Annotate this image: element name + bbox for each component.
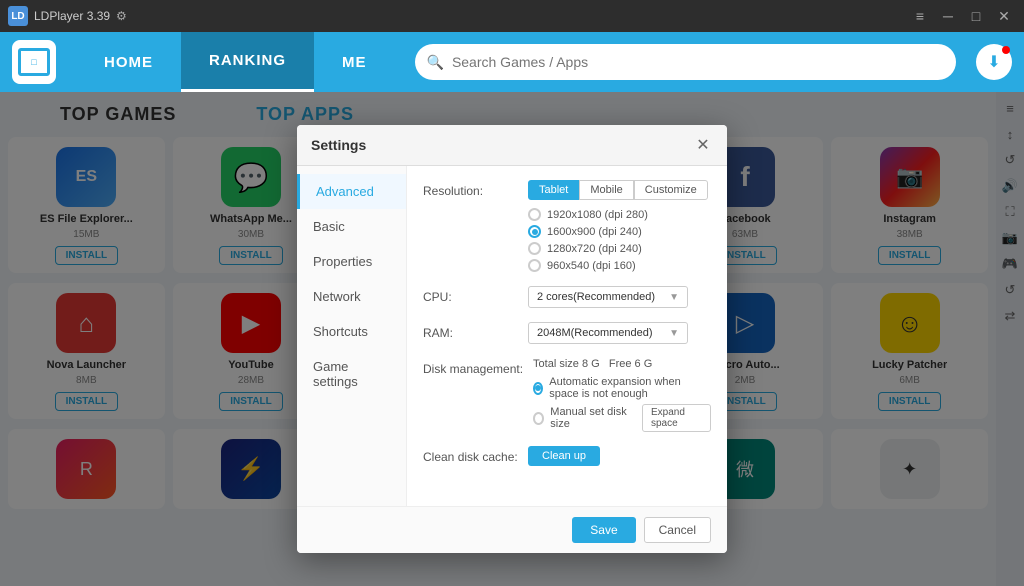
cpu-row: CPU: 2 cores(Recommended) ▼ bbox=[423, 286, 711, 308]
titlebar: LD LDPlayer 3.39 ⚙ ≡ ─ □ ✕ bbox=[0, 0, 1024, 32]
resolution-row: Resolution: Tablet Mobile Customize 1920 bbox=[423, 180, 711, 272]
sidebar-item-basic[interactable]: Basic bbox=[297, 209, 406, 244]
resolution-label: Resolution: bbox=[423, 180, 518, 198]
cancel-button[interactable]: Cancel bbox=[644, 517, 711, 543]
search-icon: 🔍 bbox=[427, 54, 444, 71]
ram-label: RAM: bbox=[423, 322, 518, 340]
dropdown-arrow-ram: ▼ bbox=[669, 328, 679, 339]
tab-home[interactable]: HOME bbox=[76, 32, 181, 92]
nav-logo: □ bbox=[12, 40, 56, 84]
sidebar-item-advanced[interactable]: Advanced bbox=[297, 174, 406, 209]
clean-up-btn[interactable]: Clean up bbox=[528, 446, 600, 466]
ram-dropdown[interactable]: 2048M(Recommended) ▼ bbox=[528, 322, 688, 344]
download-btn[interactable]: ⬇ bbox=[976, 44, 1012, 80]
modal-settings-content: Resolution: Tablet Mobile Customize 1920 bbox=[407, 166, 727, 506]
radio-circle-960[interactable] bbox=[528, 259, 541, 272]
radio-dot-disk-auto bbox=[535, 385, 541, 391]
radio-circle-disk-auto[interactable] bbox=[533, 382, 543, 395]
clean-row: Clean disk cache: Clean up bbox=[423, 446, 711, 466]
app-title: LDPlayer 3.39 bbox=[34, 9, 110, 23]
radio-circle-disk-manual[interactable] bbox=[533, 412, 544, 425]
disk-info: Total size 8 G Free 6 G bbox=[533, 358, 711, 370]
download-badge bbox=[1002, 46, 1010, 54]
tab-me[interactable]: ME bbox=[314, 32, 395, 92]
disk-label: Disk management: bbox=[423, 358, 523, 376]
expand-space-btn[interactable]: Expand space bbox=[642, 404, 711, 432]
ram-value: 2048M(Recommended) bbox=[537, 327, 653, 339]
disk-total: Total size 8 G bbox=[533, 358, 600, 370]
disk-auto-label: Automatic expansion when space is not en… bbox=[549, 376, 711, 400]
modal-title: Settings bbox=[311, 137, 366, 153]
modal-header: Settings ✕ bbox=[297, 125, 727, 166]
clean-label: Clean disk cache: bbox=[423, 446, 518, 464]
app-logo: LD bbox=[8, 6, 28, 26]
modal-overlay: Settings ✕ Advanced Basic Properties Net… bbox=[0, 92, 1024, 586]
titlebar-controls: ≡ ─ □ ✕ bbox=[908, 6, 1016, 26]
cpu-label: CPU: bbox=[423, 286, 518, 304]
disk-manual[interactable]: Manual set disk size Expand space bbox=[533, 404, 711, 432]
cpu-dropdown[interactable]: 2 cores(Recommended) ▼ bbox=[528, 286, 688, 308]
resolution-1920[interactable]: 1920x1080 (dpi 280) bbox=[528, 208, 711, 221]
menu-btn[interactable]: ≡ bbox=[908, 6, 932, 26]
navbar: □ HOME RANKING ME 🔍 ⬇ bbox=[0, 32, 1024, 92]
modal-close-btn[interactable]: ✕ bbox=[693, 135, 713, 155]
cpu-value: 2 cores(Recommended) bbox=[537, 291, 655, 303]
resolution-1280[interactable]: 1280x720 (dpi 240) bbox=[528, 242, 711, 255]
main-content: TOP GAMES TOP APPS ES ES File Explorer..… bbox=[0, 92, 1024, 586]
resolution-1600[interactable]: 1600x900 (dpi 240) bbox=[528, 225, 711, 238]
tab-customize[interactable]: Customize bbox=[634, 180, 708, 200]
tab-ranking[interactable]: RANKING bbox=[181, 32, 314, 92]
radio-circle-1920[interactable] bbox=[528, 208, 541, 221]
disk-auto[interactable]: Automatic expansion when space is not en… bbox=[533, 376, 711, 400]
settings-icon[interactable]: ⚙ bbox=[116, 9, 127, 23]
modal-body: Advanced Basic Properties Network Shortc… bbox=[297, 166, 727, 506]
search-bar: 🔍 bbox=[415, 44, 957, 80]
dropdown-arrow-cpu: ▼ bbox=[669, 292, 679, 303]
tab-mobile[interactable]: Mobile bbox=[579, 180, 633, 200]
maximize-btn[interactable]: □ bbox=[964, 6, 988, 26]
modal-sidebar: Advanced Basic Properties Network Shortc… bbox=[297, 166, 407, 506]
nav-logo-icon: □ bbox=[18, 48, 50, 76]
resolution-options: 1920x1080 (dpi 280) 1600x900 (dpi 240) bbox=[528, 208, 711, 272]
ram-row: RAM: 2048M(Recommended) ▼ bbox=[423, 322, 711, 344]
search-input[interactable] bbox=[452, 54, 944, 70]
disk-manual-label: Manual set disk size bbox=[550, 406, 630, 430]
modal-footer: Save Cancel bbox=[297, 506, 727, 553]
sidebar-item-game-settings[interactable]: Game settings bbox=[297, 349, 406, 399]
radio-dot-selected bbox=[532, 229, 538, 235]
tab-tablet[interactable]: Tablet bbox=[528, 180, 579, 200]
titlebar-left: LD LDPlayer 3.39 ⚙ bbox=[8, 6, 127, 26]
close-btn[interactable]: ✕ bbox=[992, 6, 1016, 26]
sidebar-item-shortcuts[interactable]: Shortcuts bbox=[297, 314, 406, 349]
resolution-960[interactable]: 960x540 (dpi 160) bbox=[528, 259, 711, 272]
minimize-btn[interactable]: ─ bbox=[936, 6, 960, 26]
disk-free: Free 6 G bbox=[609, 358, 652, 370]
resolution-value: Tablet Mobile Customize 1920x1080 (dpi 2… bbox=[528, 180, 711, 272]
sidebar-item-properties[interactable]: Properties bbox=[297, 244, 406, 279]
radio-circle-1600[interactable] bbox=[528, 225, 541, 238]
save-button[interactable]: Save bbox=[572, 517, 635, 543]
resolution-tabs: Tablet Mobile Customize bbox=[528, 180, 711, 200]
sidebar-item-network[interactable]: Network bbox=[297, 279, 406, 314]
disk-row: Disk management: Total size 8 G Free 6 G bbox=[423, 358, 711, 432]
download-icon: ⬇ bbox=[987, 52, 1000, 72]
disk-value: Total size 8 G Free 6 G Automatic expans… bbox=[533, 358, 711, 432]
settings-modal: Settings ✕ Advanced Basic Properties Net… bbox=[297, 125, 727, 553]
radio-circle-1280[interactable] bbox=[528, 242, 541, 255]
